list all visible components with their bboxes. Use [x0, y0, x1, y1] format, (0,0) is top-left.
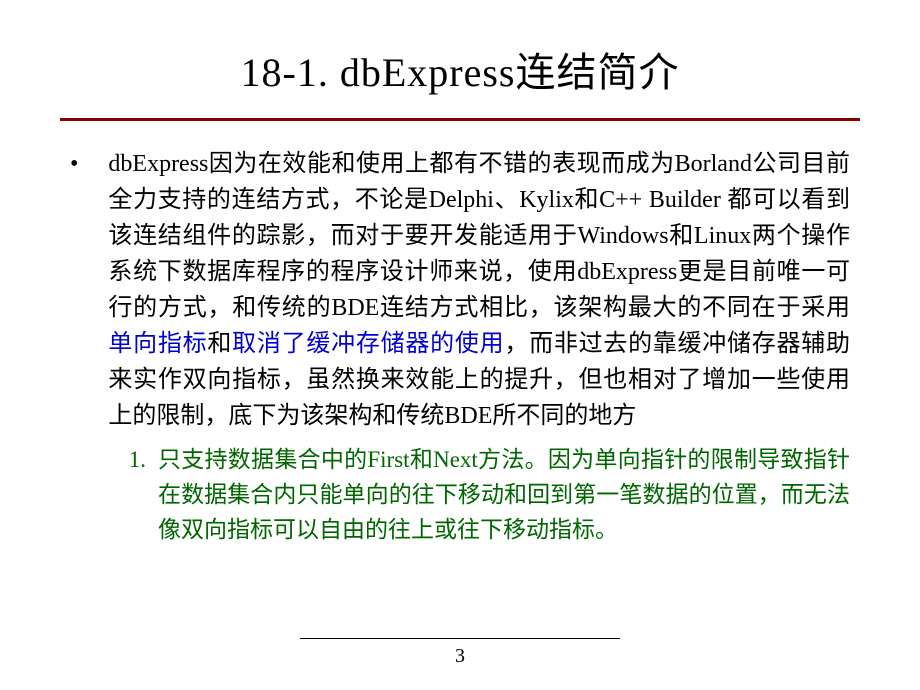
title-divider [60, 118, 860, 121]
page-number-area: 3 [0, 638, 920, 668]
slide-container: 18-1. dbExpress连结简介 • dbExpress因为在效能和使用上… [0, 0, 920, 690]
content-area: • dbExpress因为在效能和使用上都有不错的表现而成为Borland公司目… [50, 146, 870, 547]
link-buffer-removal[interactable]: 取消了缓冲存储器的使用 [232, 331, 504, 357]
sub-item-number: 1. [122, 442, 146, 477]
bullet-marker: • [70, 146, 78, 182]
link-unidirectional-pointer[interactable]: 单向指标 [108, 331, 207, 357]
text-segment-1: dbExpress因为在效能和使用上都有不错的表现而成为Borland公司目前全… [108, 151, 850, 321]
slide-title: 18-1. dbExpress连结简介 [50, 40, 870, 98]
text-segment-mid: 和 [207, 331, 232, 357]
main-bullet-item: • dbExpress因为在效能和使用上都有不错的表现而成为Borland公司目… [70, 146, 850, 434]
sub-list-item: 1. 只支持数据集合中的First和Next方法。因为单向指针的限制导致指针在数… [122, 442, 850, 547]
page-number-divider [300, 638, 620, 639]
main-bullet-text: dbExpress因为在效能和使用上都有不错的表现而成为Borland公司目前全… [108, 146, 850, 434]
page-number-text: 3 [455, 645, 465, 667]
sub-item-text: 只支持数据集合中的First和Next方法。因为单向指针的限制导致指针在数据集合… [158, 442, 850, 547]
